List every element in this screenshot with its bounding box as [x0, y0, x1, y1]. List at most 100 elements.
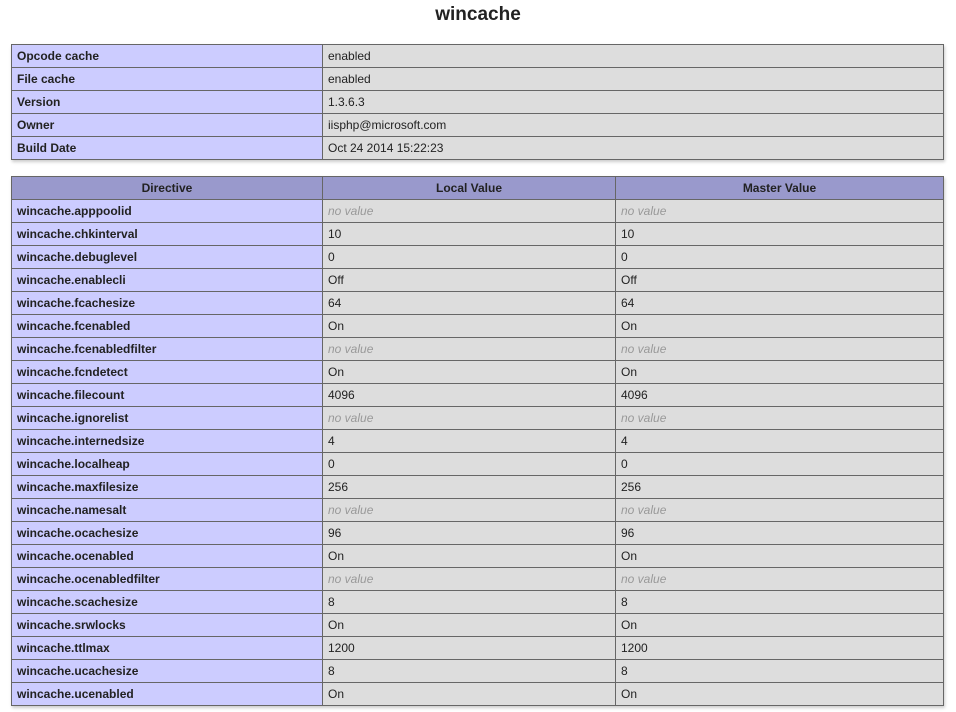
no-value-text: no value — [621, 503, 667, 517]
directive-row: wincache.ucachesize 8 8 — [11, 659, 944, 683]
directive-row: wincache.fcndetect On On — [11, 360, 944, 384]
directive-row: wincache.scachesize 8 8 — [11, 590, 944, 614]
info-row: Build Date Oct 24 2014 15:22:23 — [11, 136, 944, 160]
directive-row: wincache.debuglevel 0 0 — [11, 245, 944, 269]
directive-row: wincache.filecount 4096 4096 — [11, 383, 944, 407]
directive-row: wincache.ucenabled On On — [11, 682, 944, 706]
master-value-cell: 4096 — [615, 383, 944, 407]
directive-name: wincache.ttlmax — [11, 636, 323, 660]
local-value-cell: On — [322, 682, 616, 706]
master-value-cell: 0 — [615, 245, 944, 269]
local-value-cell: On — [322, 360, 616, 384]
local-value-cell: no value — [322, 567, 616, 591]
info-row: File cache enabled — [11, 67, 944, 91]
local-value-cell: On — [322, 613, 616, 637]
local-value-cell: 8 — [322, 590, 616, 614]
master-value-cell: no value — [615, 337, 944, 361]
directive-row: wincache.fcenabledfilter no value no value — [11, 337, 944, 361]
directive-name: wincache.ocenabledfilter — [11, 567, 323, 591]
directive-row: wincache.chkinterval 10 10 — [11, 222, 944, 246]
master-value-cell: 4 — [615, 429, 944, 453]
header-master-value: Master Value — [615, 176, 944, 200]
local-value-cell: 8 — [322, 659, 616, 683]
local-value-cell: 96 — [322, 521, 616, 545]
directive-name: wincache.ocenabled — [11, 544, 323, 568]
master-value-cell: 64 — [615, 291, 944, 315]
info-label: File cache — [11, 67, 323, 91]
master-value-cell: On — [615, 314, 944, 338]
info-label: Version — [11, 90, 323, 114]
directive-row: wincache.ocachesize 96 96 — [11, 521, 944, 545]
local-value-cell: On — [322, 544, 616, 568]
directive-row: wincache.ocenabledfilter no value no value — [11, 567, 944, 591]
directive-name: wincache.fcndetect — [11, 360, 323, 384]
master-value-cell: 1200 — [615, 636, 944, 660]
directive-row: wincache.fcenabled On On — [11, 314, 944, 338]
info-row: Owner iisphp@microsoft.com — [11, 113, 944, 137]
no-value-text: no value — [621, 204, 667, 218]
directive-name: wincache.localheap — [11, 452, 323, 476]
directive-name: wincache.scachesize — [11, 590, 323, 614]
directive-row: wincache.maxfilesize 256 256 — [11, 475, 944, 499]
directive-name: wincache.filecount — [11, 383, 323, 407]
master-value-cell: 0 — [615, 452, 944, 476]
master-value-cell: no value — [615, 567, 944, 591]
info-label: Build Date — [11, 136, 323, 160]
master-value-cell: On — [615, 682, 944, 706]
local-value-cell: 4096 — [322, 383, 616, 407]
master-value-cell: 8 — [615, 590, 944, 614]
local-value-cell: 4 — [322, 429, 616, 453]
directive-row: wincache.ttlmax 1200 1200 — [11, 636, 944, 660]
directive-name: wincache.apppoolid — [11, 199, 323, 223]
directive-name: wincache.fcenabledfilter — [11, 337, 323, 361]
info-value: enabled — [322, 44, 944, 68]
directive-name: wincache.namesalt — [11, 498, 323, 522]
no-value-text: no value — [621, 411, 667, 425]
header-directive: Directive — [11, 176, 323, 200]
no-value-text: no value — [328, 204, 374, 218]
no-value-text: no value — [621, 342, 667, 356]
header-local-value: Local Value — [322, 176, 616, 200]
module-info-table: Opcode cache enabled File cache enabled Vers… — [11, 44, 944, 160]
local-value-cell: no value — [322, 199, 616, 223]
directive-row: wincache.internedsize 4 4 — [11, 429, 944, 453]
master-value-cell: On — [615, 613, 944, 637]
no-value-text: no value — [328, 411, 374, 425]
directive-name: wincache.ucachesize — [11, 659, 323, 683]
master-value-cell: 256 — [615, 475, 944, 499]
info-row: Version 1.3.6.3 — [11, 90, 944, 114]
info-value: enabled — [322, 67, 944, 91]
page-title: wincache — [435, 4, 521, 25]
no-value-text: no value — [621, 572, 667, 586]
directive-row: wincache.ignorelist no value no value — [11, 406, 944, 430]
module-info-body: Opcode cache enabled File cache enabled Vers… — [11, 44, 944, 160]
local-value-cell: Off — [322, 268, 616, 292]
directive-name: wincache.fcenabled — [11, 314, 323, 338]
header-row: Directive Local Value Master Value — [11, 176, 944, 200]
master-value-cell: no value — [615, 406, 944, 430]
local-value-cell: 0 — [322, 245, 616, 269]
local-value-cell: 0 — [322, 452, 616, 476]
directive-name: wincache.debuglevel — [11, 245, 323, 269]
local-value-cell: no value — [322, 406, 616, 430]
local-value-cell: 64 — [322, 291, 616, 315]
master-value-cell: no value — [615, 498, 944, 522]
directive-name: wincache.ocachesize — [11, 521, 323, 545]
local-value-cell: no value — [322, 337, 616, 361]
local-value-cell: On — [322, 314, 616, 338]
directive-name: wincache.ignorelist — [11, 406, 323, 430]
local-value-cell: 1200 — [322, 636, 616, 660]
master-value-cell: 96 — [615, 521, 944, 545]
directive-row: wincache.apppoolid no value no value — [11, 199, 944, 223]
master-value-cell: Off — [615, 268, 944, 292]
info-value: iisphp@microsoft.com — [322, 113, 944, 137]
local-value-cell: 256 — [322, 475, 616, 499]
info-value: 1.3.6.3 — [322, 90, 944, 114]
directive-row: wincache.namesalt no value no value — [11, 498, 944, 522]
master-value-cell: On — [615, 360, 944, 384]
directive-row: wincache.enablecli Off Off — [11, 268, 944, 292]
info-value: Oct 24 2014 15:22:23 — [322, 136, 944, 160]
no-value-text: no value — [328, 503, 374, 517]
directive-name: wincache.chkinterval — [11, 222, 323, 246]
master-value-cell: 10 — [615, 222, 944, 246]
